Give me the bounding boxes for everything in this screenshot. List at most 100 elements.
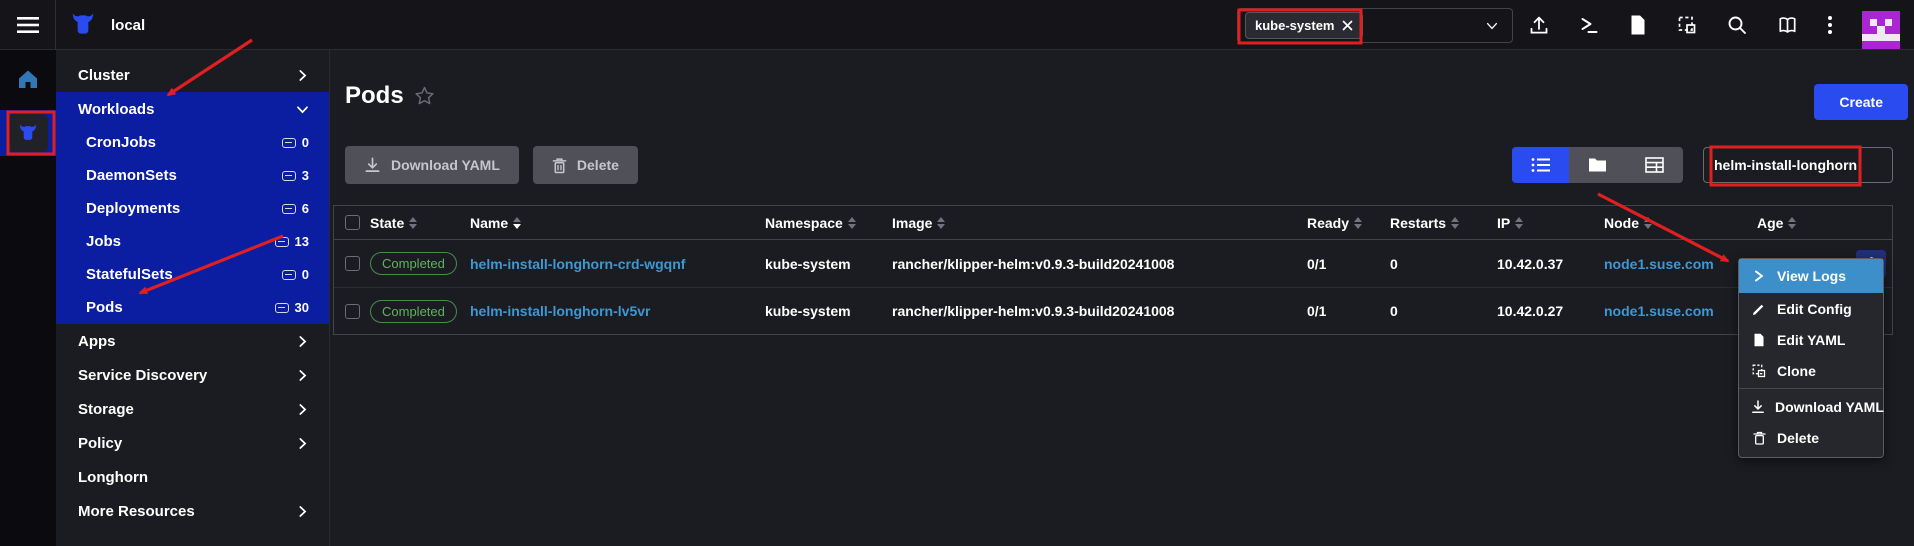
sidebar-item-longhorn[interactable]: Longhorn	[56, 460, 329, 494]
select-all-checkbox[interactable]	[345, 215, 360, 230]
sidebar-item-more-resources[interactable]: More Resources	[56, 494, 329, 528]
shell-icon	[1578, 14, 1600, 36]
page-title: Pods	[345, 82, 404, 110]
chevron-right-icon	[296, 403, 309, 416]
row-checkbox[interactable]	[345, 256, 360, 271]
node-link[interactable]: node1.suse.com	[1604, 256, 1714, 272]
ip-cell: 10.42.0.37	[1497, 256, 1604, 272]
menu-item-clone[interactable]: Clone	[1739, 355, 1883, 386]
name-cell: helm-install-longhorn-lv5vr	[470, 303, 765, 319]
chevron-down-icon[interactable]	[1484, 18, 1500, 34]
user-avatar[interactable]	[1862, 11, 1900, 49]
column-header-image[interactable]: Image	[892, 215, 1307, 231]
favorite-star-icon[interactable]	[414, 86, 435, 106]
list-toolbar: Download YAML Delete	[345, 146, 1893, 184]
sidebar-item-storage[interactable]: Storage	[56, 392, 329, 426]
sidebar-item-statefulsets[interactable]: StatefulSets 0	[56, 258, 329, 291]
chevron-right-icon	[296, 335, 309, 348]
row-checkbox[interactable]	[345, 304, 360, 319]
grid-view-button[interactable]	[1626, 147, 1683, 183]
folder-icon	[1588, 157, 1607, 173]
sidebar-item-service-discovery[interactable]: Service Discovery	[56, 358, 329, 392]
chevron-right-icon	[296, 437, 309, 450]
sidebar-nav: Cluster Workloads CronJobs 0 DaemonSets …	[56, 50, 330, 546]
menu-item-label: Clone	[1777, 363, 1816, 379]
sidebar-item-workloads[interactable]: Workloads	[56, 92, 329, 126]
delete-button[interactable]: Delete	[533, 146, 638, 184]
sidebar-item-label: Apps	[78, 333, 116, 350]
filter-input[interactable]	[1703, 147, 1893, 183]
sidebar-item-jobs[interactable]: Jobs 13	[56, 225, 329, 258]
create-button[interactable]: Create	[1814, 84, 1908, 120]
docs-button[interactable]	[1776, 14, 1799, 36]
search-icon	[1726, 14, 1748, 36]
column-header-ready[interactable]: Ready	[1307, 215, 1390, 231]
chevron-right-icon	[296, 369, 309, 382]
column-header-node[interactable]: Node	[1604, 215, 1757, 231]
column-header-age[interactable]: Age	[1757, 215, 1892, 231]
grid-view-icon	[1645, 157, 1664, 173]
menu-item-label: Edit Config	[1777, 301, 1852, 317]
ready-cell: 0/1	[1307, 303, 1390, 319]
remove-namespace-icon[interactable]	[1342, 20, 1353, 31]
menu-divider	[1739, 388, 1883, 389]
kubectl-shell-button[interactable]	[1578, 14, 1600, 36]
sidebar-item-cronjobs[interactable]: CronJobs 0	[56, 126, 329, 159]
namespace-cell: kube-system	[765, 303, 892, 319]
pod-name-link[interactable]: helm-install-longhorn-lv5vr	[470, 303, 650, 319]
column-header-state[interactable]: State	[370, 215, 470, 231]
menu-item-edit-yaml[interactable]: Edit YAML	[1739, 324, 1883, 355]
import-yaml-button[interactable]	[1676, 14, 1698, 36]
sidebar-item-label: Service Discovery	[78, 367, 207, 384]
namespace-filter[interactable]: kube-system	[1237, 8, 1513, 43]
menu-item-label: Delete	[1777, 430, 1819, 446]
edit-yaml-button[interactable]	[1628, 14, 1648, 36]
sidebar-item-apps[interactable]: Apps	[56, 324, 329, 358]
table-row: Completed helm-install-longhorn-crd-wgqn…	[334, 240, 1892, 287]
folder-view-button[interactable]	[1569, 147, 1626, 183]
main-content: Pods Create Download YAML	[330, 50, 1914, 546]
column-header-ip[interactable]: IP	[1497, 215, 1604, 231]
column-header-restarts[interactable]: Restarts	[1390, 215, 1497, 231]
sidebar-item-cluster[interactable]: Cluster	[56, 58, 329, 92]
table-row: Completed helm-install-longhorn-lv5vr ku…	[334, 287, 1892, 334]
hamburger-icon	[16, 15, 40, 35]
import-button[interactable]	[1528, 14, 1550, 36]
download-yaml-button[interactable]: Download YAML	[345, 146, 519, 184]
sidebar-item-pods[interactable]: Pods 30	[56, 291, 329, 324]
search-button[interactable]	[1726, 14, 1748, 36]
delete-label: Delete	[577, 157, 619, 173]
ready-cell: 0/1	[1307, 256, 1390, 272]
brand: local	[68, 0, 145, 50]
column-header-name[interactable]: Name	[470, 215, 765, 231]
home-button[interactable]	[0, 64, 56, 94]
menu-item-download-yaml[interactable]: Download YAML	[1739, 391, 1883, 422]
resource-count-icon	[275, 303, 289, 313]
overflow-menu-button[interactable]	[1827, 14, 1833, 36]
sidebar-item-daemonsets[interactable]: DaemonSets 3	[56, 159, 329, 192]
book-icon	[1776, 14, 1799, 36]
menu-item-label: Download YAML	[1775, 399, 1884, 415]
status-badge: Completed	[370, 252, 457, 275]
menu-item-view-logs[interactable]: View Logs	[1739, 259, 1883, 293]
menu-item-edit-config[interactable]: Edit Config	[1739, 293, 1883, 324]
column-header-namespace[interactable]: Namespace	[765, 215, 892, 231]
file-icon	[1628, 14, 1648, 36]
menu-item-label: View Logs	[1777, 268, 1846, 284]
namespace-cell: kube-system	[765, 256, 892, 272]
sidebar-item-label: DaemonSets	[86, 167, 177, 184]
sidebar-item-deployments[interactable]: Deployments 6	[56, 192, 329, 225]
list-view-button[interactable]	[1512, 147, 1569, 183]
sidebar-item-label: Jobs	[86, 233, 121, 250]
sidebar-item-policy[interactable]: Policy	[56, 426, 329, 460]
hamburger-menu-button[interactable]	[0, 0, 56, 50]
sidebar-item-label: More Resources	[78, 503, 195, 520]
resource-count: 0	[302, 267, 309, 282]
sidebar-group-workloads: Workloads CronJobs 0 DaemonSets 3 Deploy…	[56, 92, 329, 324]
menu-item-delete[interactable]: Delete	[1739, 422, 1883, 453]
pod-name-link[interactable]: helm-install-longhorn-crd-wgqnf	[470, 256, 685, 272]
node-link[interactable]: node1.suse.com	[1604, 303, 1714, 319]
cluster-local-button[interactable]	[8, 114, 48, 152]
resource-count-icon	[282, 270, 296, 280]
namespace-chip[interactable]: kube-system	[1245, 12, 1363, 39]
